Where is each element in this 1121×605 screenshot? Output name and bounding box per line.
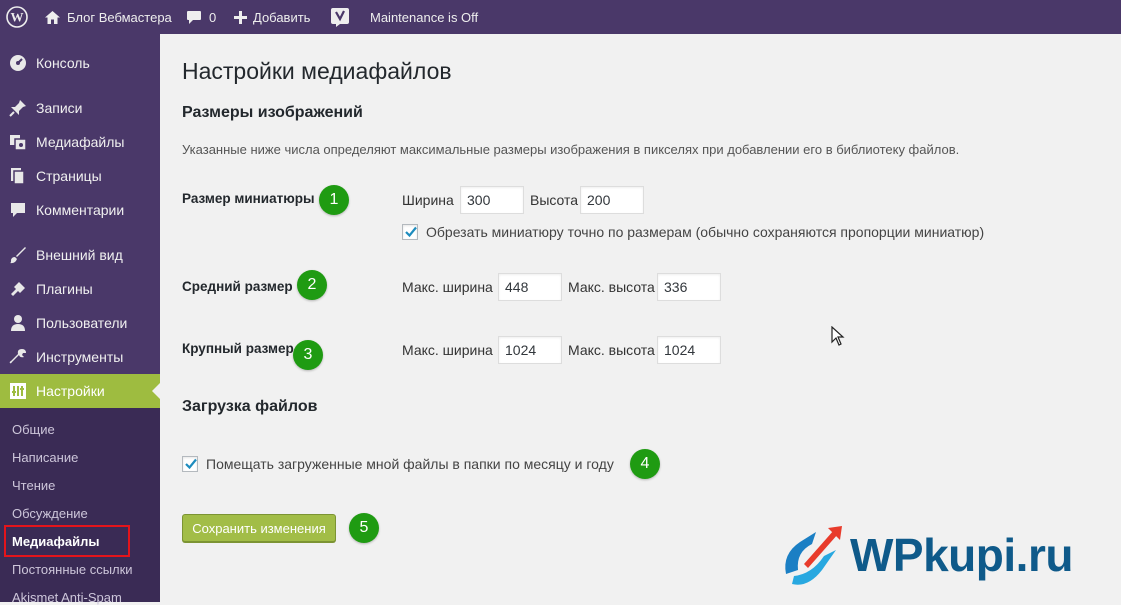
sidebar-item-appearance[interactable]: Внешний вид (0, 238, 160, 272)
medium-height-input[interactable] (657, 273, 721, 301)
image-sizes-description: Указанные ниже числа определяют максимал… (182, 142, 960, 157)
annotation-badge-2: 2 (297, 270, 327, 300)
organize-uploads-checkbox[interactable] (182, 456, 198, 472)
large-height-label: Макс. высота (568, 342, 655, 358)
medium-width-label: Макс. ширина (402, 279, 493, 295)
annotation-badge-3: 3 (293, 340, 323, 370)
annotation-badge-5: 5 (349, 513, 379, 543)
media-icon (9, 133, 27, 151)
site-name-link[interactable]: Блог Вебмастера (44, 0, 172, 34)
thumbnail-height-label: Высота (530, 192, 579, 208)
plugin-icon (9, 280, 27, 298)
main-content: Настройки медиафайлов Размеры изображени… (160, 34, 1121, 602)
submenu-item-discussion[interactable]: Обсуждение (12, 506, 88, 521)
home-icon (44, 10, 61, 25)
crop-thumbnail-label: Обрезать миниатюру точно по размерам (об… (426, 224, 985, 240)
submenu-item-general[interactable]: Общие (12, 422, 55, 437)
sidebar-item-media[interactable]: Медиафайлы (0, 125, 160, 159)
checkmark-icon (185, 458, 197, 470)
wrench-icon (9, 348, 27, 366)
annotation-badge-4: 4 (630, 449, 660, 479)
maintenance-status-link[interactable]: Maintenance is Off (370, 0, 478, 34)
maintenance-label: Maintenance is Off (370, 9, 479, 25)
sidebar-item-label: Страницы (36, 168, 102, 184)
comments-count: 0 (209, 9, 217, 25)
settings-submenu: Общие Написание Чтение Обсуждение Медиаф… (0, 408, 160, 605)
sidebar-item-label: Пользователи (36, 315, 128, 331)
submenu-item-akismet[interactable]: Akismet Anti-Spam (12, 590, 122, 605)
submenu-item-permalinks[interactable]: Постоянные ссылки (12, 562, 133, 577)
admin-bar: W Блог Вебмастера 0 Добавить Maintenance… (0, 0, 1121, 34)
settings-icon (9, 382, 27, 400)
organize-uploads-label: Помещать загруженные мной файлы в папки … (206, 456, 614, 472)
large-width-input[interactable] (498, 336, 562, 364)
sidebar-item-label: Внешний вид (36, 247, 123, 263)
uploads-heading: Загрузка файлов (182, 398, 318, 415)
svg-text:W: W (11, 10, 24, 25)
sidebar-item-dashboard[interactable]: Консоль (0, 46, 160, 80)
sidebar-item-label: Консоль (36, 55, 90, 71)
annotation-badge-1: 1 (319, 185, 349, 215)
sidebar-item-label: Плагины (36, 281, 93, 297)
site-name-label: Блог Вебмастера (67, 9, 172, 25)
dashboard-icon (9, 54, 27, 72)
user-icon (9, 314, 27, 332)
pages-icon (9, 167, 27, 185)
comment-icon (9, 201, 27, 219)
sidebar-item-users[interactable]: Пользователи (0, 306, 160, 340)
large-width-label: Макс. ширина (402, 342, 493, 358)
comment-bubble-icon (186, 10, 202, 25)
watermark-text: WPkupi.ru (850, 529, 1073, 581)
sidebar-item-label: Настройки (36, 383, 105, 399)
wordpress-logo-icon[interactable]: W (6, 0, 28, 34)
sidebar-item-comments[interactable]: Комментарии (0, 193, 160, 227)
submenu-item-reading[interactable]: Чтение (12, 478, 55, 493)
medium-size-label: Средний размер (182, 279, 293, 294)
add-new-link[interactable]: Добавить (234, 0, 310, 34)
sidebar-item-label: Инструменты (36, 349, 124, 365)
thumbnail-size-label: Размер миниатюры (182, 191, 315, 206)
large-size-label: Крупный размер (182, 341, 294, 356)
brush-icon (9, 246, 27, 264)
comments-link[interactable]: 0 (186, 0, 216, 34)
sidebar-item-settings[interactable]: Настройки (0, 374, 160, 408)
sidebar-item-label: Записи (36, 100, 83, 116)
image-sizes-heading: Размеры изображений (182, 104, 363, 121)
pin-icon (9, 99, 27, 117)
sidebar-item-pages[interactable]: Страницы (0, 159, 160, 193)
plus-icon (234, 10, 247, 24)
large-height-input[interactable] (657, 336, 721, 364)
wpkupi-logo-icon (785, 526, 842, 585)
sidebar-item-tools[interactable]: Инструменты (0, 340, 160, 374)
thumbnail-width-input[interactable] (460, 186, 524, 214)
medium-width-input[interactable] (498, 273, 562, 301)
mouse-cursor-icon (831, 325, 845, 351)
yoast-seo-icon[interactable] (330, 0, 350, 34)
sidebar-item-plugins[interactable]: Плагины (0, 272, 160, 306)
sidebar-item-label: Комментарии (36, 202, 125, 218)
checkmark-icon (405, 226, 417, 238)
page-title: Настройки медиафайлов (182, 58, 452, 84)
sidebar-item-posts[interactable]: Записи (0, 91, 160, 125)
crop-thumbnail-checkbox[interactable] (402, 224, 418, 240)
submenu-item-writing[interactable]: Написание (12, 450, 78, 465)
thumbnail-height-input[interactable] (580, 186, 644, 214)
thumbnail-width-label: Ширина (402, 192, 454, 208)
sidebar-item-label: Медиафайлы (36, 134, 125, 150)
medium-height-label: Макс. высота (568, 279, 655, 295)
save-changes-button[interactable]: Сохранить изменения (182, 514, 336, 542)
highlight-box (4, 525, 130, 557)
add-new-label: Добавить (253, 9, 311, 25)
wpkupi-watermark: WPkupi.ru (778, 522, 1118, 602)
